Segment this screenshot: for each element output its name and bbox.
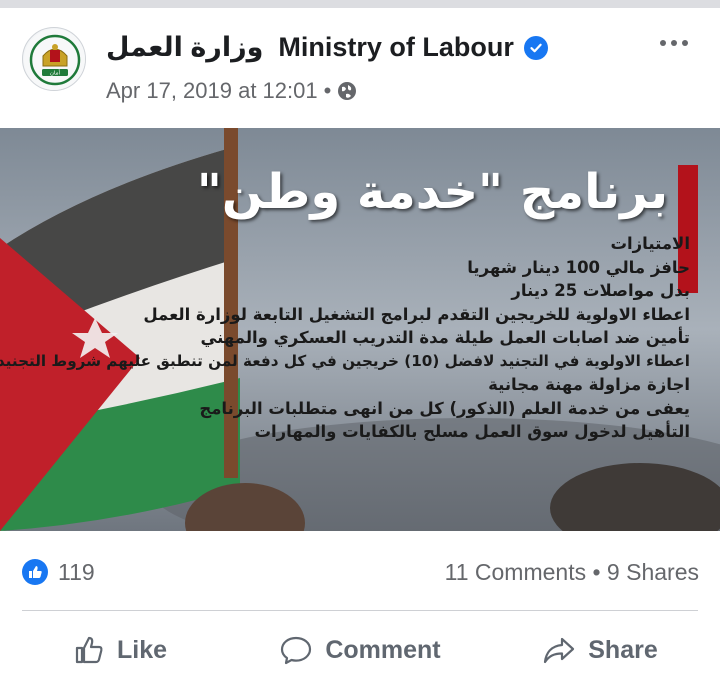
like-button[interactable]: Like xyxy=(0,622,240,678)
page-name-row: وزارة العمل Ministry of Labour xyxy=(106,32,548,63)
verified-badge-icon xyxy=(523,35,548,60)
page-name[interactable]: وزارة العمل Ministry of Labour xyxy=(106,32,514,63)
like-label: Like xyxy=(116,635,168,664)
ministry-logo: أمان xyxy=(24,29,85,90)
comment-label: Comment xyxy=(325,635,441,664)
post-timestamp[interactable]: Apr 17, 2019 at 12:01 xyxy=(106,78,318,104)
post-image[interactable]: برنامج "خدمة وطن" الامتيازات حافز مالي 1… xyxy=(0,128,720,531)
benefit-line: بدل مواصلات 25 دينار xyxy=(511,281,690,300)
benefit-line: تأمين ضد اصابات العمل طيلة مدة التدريب ا… xyxy=(200,328,690,347)
benefit-line: اجازة مزاولة مهنة مجانية xyxy=(488,375,690,394)
benefit-line: الامتيازات xyxy=(610,234,690,253)
post-meta: Apr 17, 2019 at 12:01 • xyxy=(106,78,357,104)
divider xyxy=(22,610,698,611)
share-label: Share xyxy=(588,635,658,664)
comments-shares-count[interactable]: 11 Comments • 9 Shares xyxy=(445,559,699,586)
share-button[interactable]: Share xyxy=(480,622,720,678)
post-stats: 119 11 Comments • 9 Shares xyxy=(0,550,720,594)
benefit-line: يعفى من خدمة العلم (الذكور) كل من انهى م… xyxy=(199,398,690,418)
meta-separator: • xyxy=(323,78,332,103)
globe-icon xyxy=(337,81,357,101)
like-reaction-icon[interactable] xyxy=(22,559,48,585)
benefits-list: الامتيازات حافز مالي 100 دينار شهريا بدل… xyxy=(0,232,690,444)
top-bar xyxy=(0,0,720,8)
avatar[interactable]: أمان xyxy=(22,27,86,91)
action-bar: Like Comment Share xyxy=(0,622,720,678)
avatar-label: أمان xyxy=(50,69,61,77)
benefit-line: اعطاء الاولوية للخريجين التقدم لبرامج ال… xyxy=(143,304,690,324)
comment-button[interactable]: Comment xyxy=(240,622,480,678)
thumbs-up-icon xyxy=(75,636,103,664)
benefit-line: حافز مالي 100 دينار شهريا xyxy=(467,257,690,277)
like-count[interactable]: 119 xyxy=(58,559,95,586)
more-options-icon[interactable] xyxy=(660,40,688,46)
share-icon xyxy=(544,637,575,664)
benefit-line: التأهيل لدخول سوق العمل مسلح بالكفايات و… xyxy=(254,422,690,441)
comment-icon xyxy=(281,636,312,665)
image-title: برنامج "خدمة وطن" xyxy=(196,164,668,220)
benefit-line: اعطاء الاولوية في التجنيد لافضل (10) خري… xyxy=(0,351,690,370)
